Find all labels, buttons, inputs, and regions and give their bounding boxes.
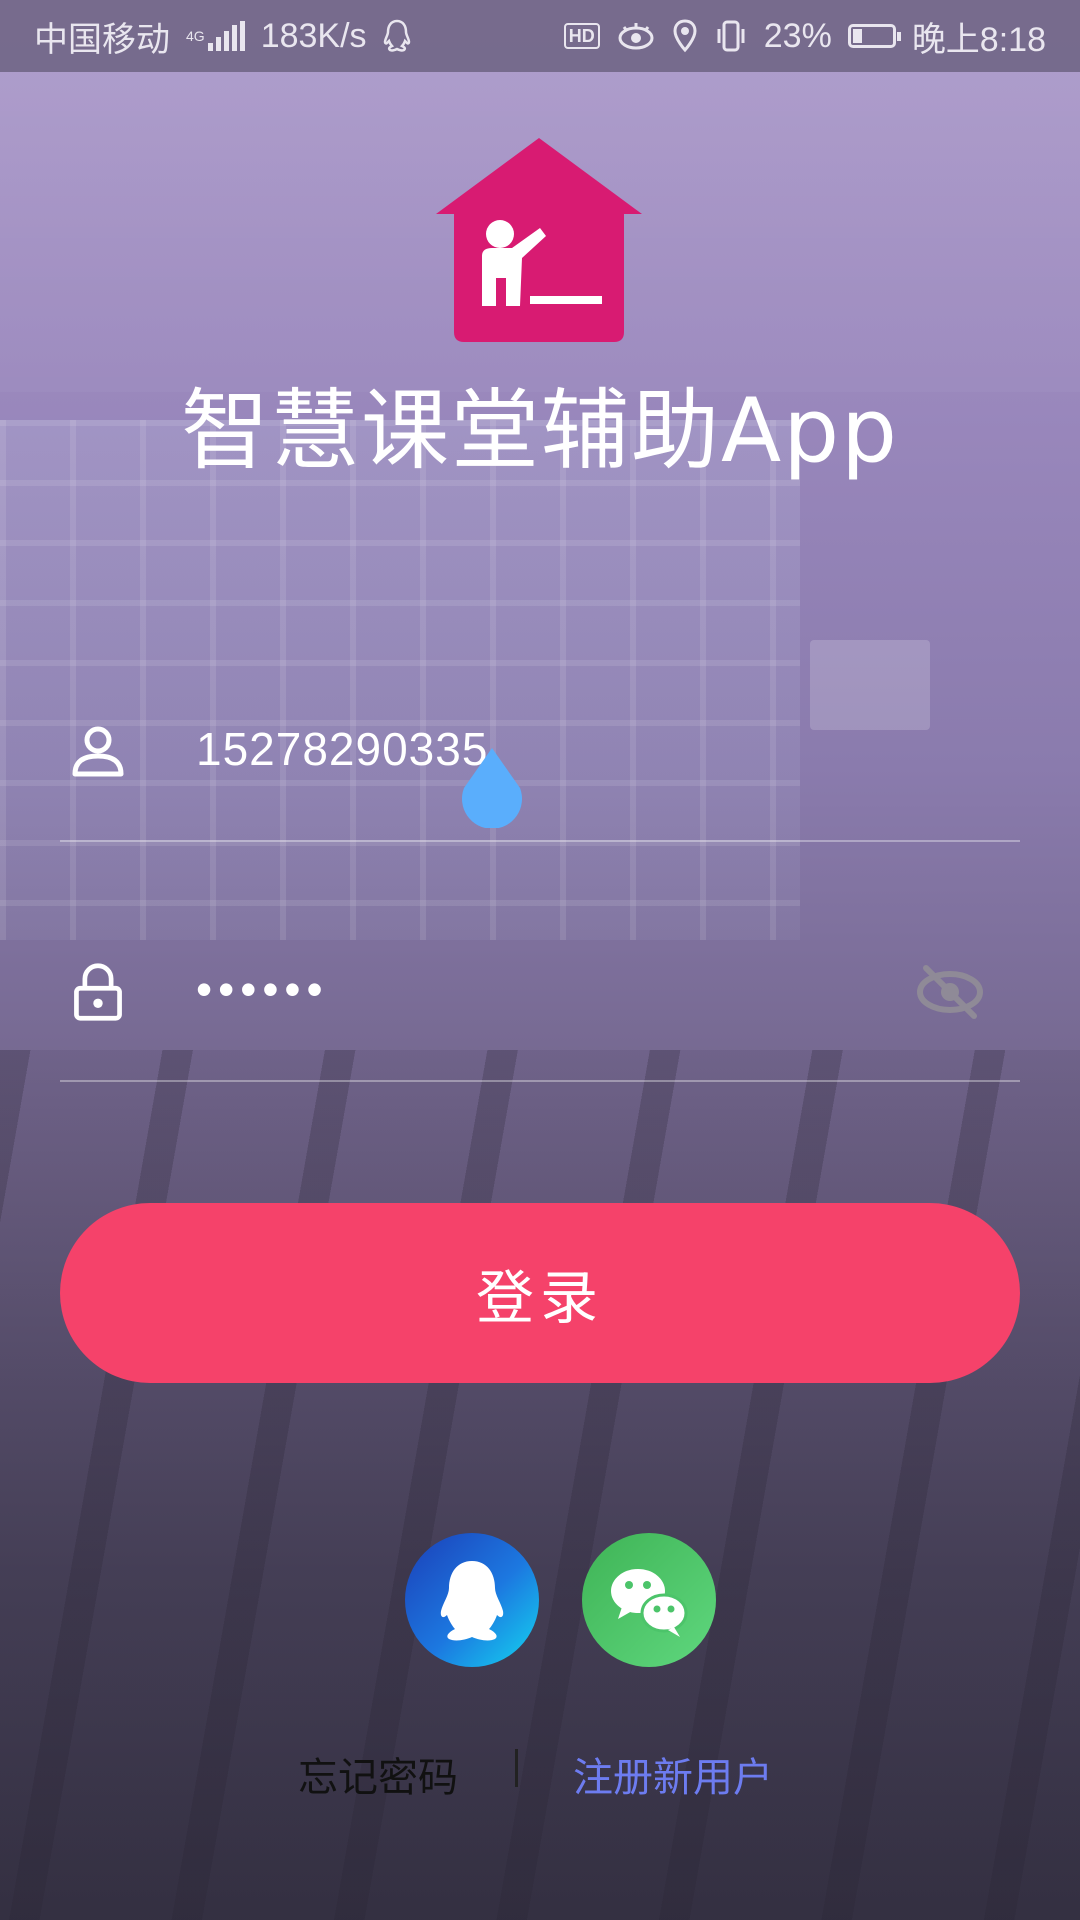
qq-penguin-icon [440,1561,504,1641]
lock-icon [74,963,122,1021]
wall-signs-decoration [810,640,930,730]
signal-icon: 4G [186,21,245,51]
password-input[interactable]: •••••• [196,962,329,1016]
wechat-icon [611,1569,688,1637]
password-underline [60,1080,1020,1082]
login-screen: 中国移动 4G 183K/s HD 23% 晚上8:18 智慧课堂辅助App 1… [0,0,1080,1920]
app-title: 智慧课堂辅助App [181,379,899,482]
qq-login-button[interactable] [405,1533,539,1667]
text-selection-handle[interactable] [458,748,526,828]
location-icon [672,19,698,53]
carrier-name: 中国移动 [34,20,170,59]
status-bar: 中国移动 4G 183K/s HD 23% 晚上8:18 [0,0,1080,72]
window-grid-decoration [0,420,800,940]
battery-percent: 23% [763,16,832,55]
username-row: 15278290335 [60,722,1020,842]
hd-voice-icon: HD [563,23,600,49]
vibrate-icon [714,19,748,53]
password-row: •••••• [60,962,1020,1082]
app-logo-icon [436,138,642,342]
wechat-login-button[interactable] [582,1533,716,1667]
eye-comfort-icon [616,21,656,51]
login-button[interactable]: 登录 [60,1203,1020,1383]
qq-notification-icon [383,19,411,53]
username-underline [60,840,1020,842]
register-link[interactable]: 注册新用户 [573,1745,773,1803]
eye-off-icon[interactable] [914,962,986,1022]
network-speed: 183K/s [260,16,367,55]
link-divider [515,1749,518,1787]
network-type: 4G [186,28,205,44]
username-input[interactable]: 15278290335 [196,722,488,776]
user-icon [72,726,124,777]
bottom-links: 忘记密码 注册新用户 [0,1745,1080,1805]
forgot-password-link[interactable]: 忘记密码 [298,1745,458,1803]
clock: 晚上8:18 [911,20,1046,59]
battery-icon [847,24,901,48]
